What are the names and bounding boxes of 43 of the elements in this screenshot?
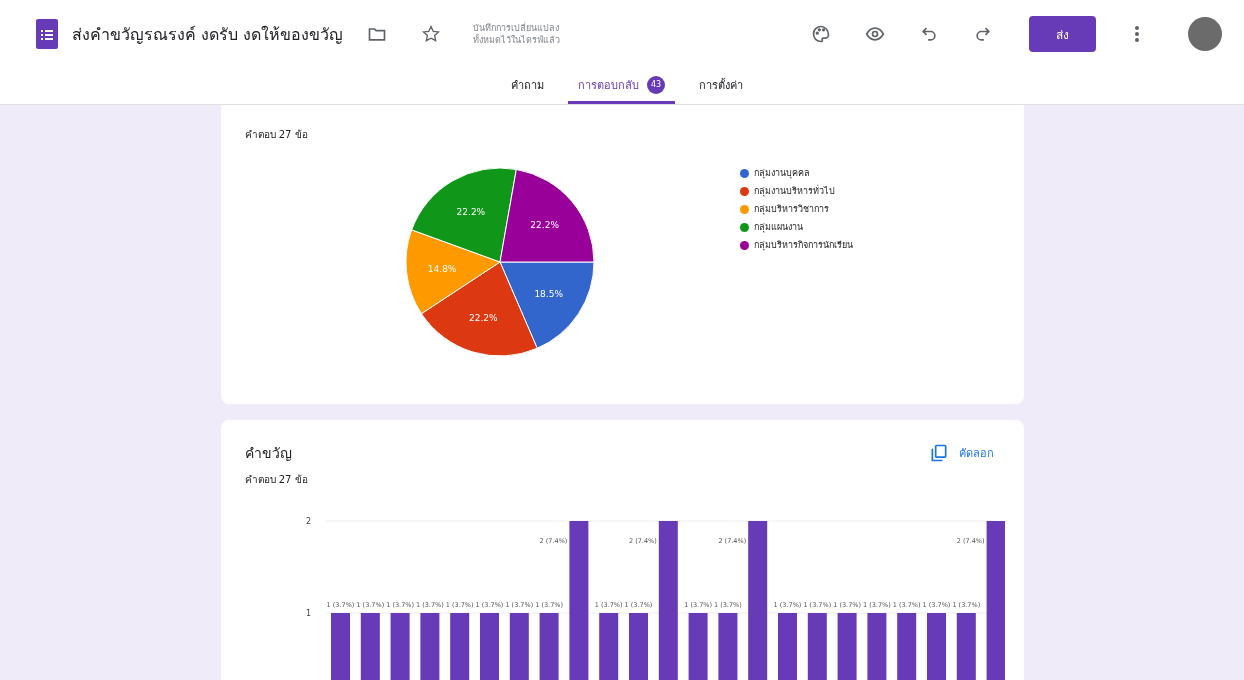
save-status: บันทึกการเปลี่ยนแปลงทั้งหมดไว้ในไดรฟ์แล้ว xyxy=(473,22,562,46)
slice-label: 14.8% xyxy=(427,263,456,274)
form-title: ส่งคำขวัญรณรงค์ งดรับ งดให้ของขวัญ xyxy=(72,23,344,46)
copy-button[interactable]: คัดลอก xyxy=(922,442,1000,464)
bar xyxy=(390,613,410,680)
bar xyxy=(598,613,618,680)
bar xyxy=(807,613,827,680)
bar xyxy=(837,613,857,680)
slice-label: 18.5% xyxy=(533,289,563,300)
slice-label: 22.2% xyxy=(529,219,559,230)
legend-label: กลุ่มบริหารกิจการนักเรียน xyxy=(753,239,853,252)
response-count: คำตอบ 27 ข้อ xyxy=(244,128,309,142)
form-logo-icon[interactable] xyxy=(36,19,58,49)
bar xyxy=(360,613,380,680)
bar xyxy=(419,613,439,680)
axis-tick-label: 1 xyxy=(305,609,311,618)
tab[interactable]: คำถาม xyxy=(501,68,554,104)
bar xyxy=(896,613,916,680)
bar xyxy=(449,613,469,680)
bar xyxy=(539,613,559,680)
legend-label: กลุ่มบริหารวิชาการ xyxy=(753,203,829,216)
bar xyxy=(688,613,708,680)
bar xyxy=(866,613,886,680)
bar xyxy=(509,613,529,680)
bar xyxy=(926,613,946,680)
bar xyxy=(628,613,648,680)
legend-label: กลุ่มงานบุคคล xyxy=(753,167,810,180)
bar xyxy=(717,613,737,680)
bar xyxy=(479,613,499,680)
legend-label: กลุ่มงานบริหารทั่วไป xyxy=(753,184,835,198)
slice-label: 22.2% xyxy=(468,312,498,323)
response-count: คำตอบ 27 ข้อ xyxy=(244,473,308,487)
bar xyxy=(777,613,797,680)
count-badge: 43 xyxy=(647,75,665,94)
bar xyxy=(956,613,976,680)
avatar[interactable] xyxy=(1188,17,1222,51)
axis-tick-label: 2 xyxy=(305,517,311,526)
tab[interactable]: การตั้งค่า xyxy=(689,68,753,104)
question-title: คำขวัญ xyxy=(244,444,293,463)
legend-label: กลุ่มแผนงาน xyxy=(753,221,803,234)
bar xyxy=(330,613,350,680)
send-button[interactable]: ส่ง xyxy=(1029,16,1096,52)
slice-label: 22.2% xyxy=(456,206,485,217)
